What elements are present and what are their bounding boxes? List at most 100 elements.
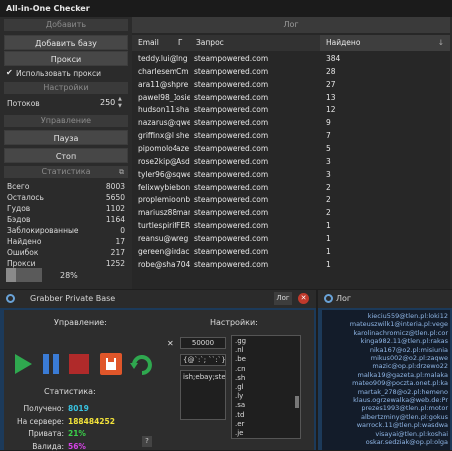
table-row[interactable]: proplemio onb steampowered.com 2 — [132, 194, 450, 206]
stop-icon[interactable] — [68, 353, 90, 375]
cell-g: lng — [176, 54, 188, 63]
table-row[interactable]: tyler96@sl qwe steampowered.com 3 — [132, 169, 450, 181]
table-row[interactable]: turtlespirit FER steampowered.com 1 — [132, 220, 450, 232]
cell-email: teddy.lui@ — [138, 54, 176, 63]
cell-found: 1 — [326, 259, 331, 269]
cell-found: 3 — [326, 169, 331, 179]
col-found[interactable]: Найдено ↓ — [320, 35, 450, 51]
domains-input[interactable]: ish;ebay;steai — [180, 370, 226, 420]
tld-item[interactable]: .je — [235, 429, 297, 438]
table-row[interactable]: pawel98_1 osie steampowered.com 13 — [132, 92, 450, 104]
cell-query: steampowered.com — [194, 156, 269, 166]
stat-value: 1252 — [105, 259, 125, 268]
tld-item[interactable]: .gg — [235, 337, 297, 346]
tld-item[interactable]: .nl — [235, 346, 297, 355]
refresh-icon[interactable] — [130, 353, 152, 375]
table-row[interactable]: robe@sham704 steampowered.com 1 — [132, 259, 450, 271]
stats-copy-icon[interactable]: ⧉ — [119, 166, 124, 178]
log-line: mazic@op.pl:drzewo22 — [372, 362, 448, 371]
tld-item[interactable]: .td — [235, 411, 297, 420]
cell-g: FER — [176, 221, 190, 231]
cell-email: proplemio — [138, 195, 176, 205]
tld-item[interactable]: .sh — [235, 374, 297, 383]
pause-button[interactable]: Пауза — [4, 130, 128, 145]
cell-found: 3 — [326, 156, 331, 166]
log-line: klaus.ogrzewalka@web.de:Pr — [353, 396, 448, 404]
grabber-stat-label: Получено: — [23, 404, 64, 413]
spin-up-icon[interactable]: ▲ — [118, 96, 122, 102]
tld-scrollbar[interactable] — [295, 396, 299, 408]
pattern-input[interactable]: {@`:`; ``:`} — [180, 354, 226, 366]
cell-query: steampowered.com — [194, 118, 269, 128]
tld-item[interactable]: .sa — [235, 401, 297, 410]
cell-found: 9 — [326, 118, 331, 128]
stat-label: Ошибок — [7, 248, 39, 257]
cell-email: pawel98_1 — [138, 92, 176, 102]
log-window: Лог kieciu559@tlen.pl:loki12 mateuszwilk1… — [318, 290, 452, 450]
col-query[interactable]: Запрос — [190, 35, 320, 51]
tld-item[interactable]: .ly — [235, 392, 297, 401]
cell-g: qwe — [176, 169, 190, 179]
table-row[interactable]: mariusz88 mar steampowered.com 2 — [132, 207, 450, 219]
table-row[interactable]: felixwybier bon steampowered.com 2 — [132, 182, 450, 194]
settings-section-header: Настройки — [4, 82, 128, 94]
cell-email: tyler96@sl — [138, 169, 176, 179]
threads-spinbox[interactable]: 250 ▲ ▼ — [88, 96, 126, 110]
help-button[interactable]: ? — [142, 436, 152, 447]
table-row[interactable]: pipomolo4 aze steampowered.com 5 — [132, 143, 450, 155]
cell-found: 2 — [326, 208, 331, 218]
tld-item[interactable]: .gl — [235, 383, 297, 392]
table-row[interactable]: hudson111 sha steampowered.com 12 — [132, 104, 450, 116]
stat-label: Прокси — [7, 259, 36, 268]
tld-item[interactable]: .be — [235, 355, 297, 364]
cell-email: pipomolo4 — [138, 143, 176, 153]
col-email[interactable]: Email — [132, 35, 174, 51]
table-row[interactable]: nazarus@s qwe steampowered.com 9 — [132, 117, 450, 129]
cell-found: 1 — [326, 233, 331, 243]
table-row[interactable]: rose2kip@ Asd steampowered.com 3 — [132, 156, 450, 168]
tld-item[interactable]: .cn — [235, 365, 297, 374]
table-row[interactable]: teddy.lui@ lng steampowered.com 384 — [132, 53, 450, 65]
cell-email: turtlespirit — [138, 221, 176, 231]
cell-found: 5 — [326, 143, 331, 153]
count-input[interactable]: 50000 — [180, 337, 226, 349]
table-row[interactable]: reansu@w reg steampowered.com 1 — [132, 233, 450, 245]
spin-down-icon[interactable]: ▼ — [118, 103, 122, 109]
proxy-button[interactable]: Прокси — [4, 51, 128, 66]
col-g[interactable]: Г — [174, 35, 190, 51]
threads-value: 250 — [100, 98, 116, 107]
log-line: karolinachromicz@tlen.pl:cor — [353, 328, 448, 337]
table-row[interactable]: gereen@ir dac steampowered.com 1 — [132, 246, 450, 258]
pause-icon[interactable] — [40, 353, 62, 375]
table-row[interactable]: ara11@shapre steampowered.com 27 — [132, 79, 450, 91]
table-row[interactable]: griffinx@l she steampowered.com 7 — [132, 130, 450, 142]
clear-icon[interactable]: ✕ — [167, 339, 174, 348]
cell-query: steampowered.com — [194, 259, 269, 269]
cell-query: steampowered.com — [194, 92, 269, 102]
stat-row: Осталось 5650 — [7, 193, 125, 204]
table-row[interactable]: charlesemaCm steampowered.com 28 — [132, 66, 450, 78]
log-header: Лог — [132, 17, 450, 33]
cell-g: reg — [176, 233, 189, 243]
stat-value: 0 — [120, 226, 125, 235]
grabber-stat-label: Привата: — [28, 429, 64, 438]
cell-query: steampowered.com — [194, 66, 269, 76]
stats-section-header: Статистика ⧉ — [4, 166, 128, 178]
stat-value: 17 — [115, 237, 125, 246]
tld-list[interactable]: .gg .nl .be .cn .sh .gl .ly .sa .td .er .je — [231, 335, 301, 439]
add-section-header: Добавить — [4, 19, 128, 31]
use-proxy-checkbox[interactable]: ✔ Использовать прокси — [6, 68, 130, 79]
add-base-button[interactable]: Добавить базу — [4, 35, 128, 50]
close-icon[interactable]: ✕ — [298, 293, 309, 304]
play-icon[interactable] — [12, 353, 34, 375]
log-line: visayai@tlen.pl:koshai — [375, 429, 448, 438]
log-app-dot-icon — [324, 294, 333, 303]
use-proxy-label: Использовать прокси — [16, 69, 101, 78]
cell-email: ara11@sha — [138, 79, 176, 89]
stop-button[interactable]: Стоп — [4, 148, 128, 163]
save-icon[interactable] — [100, 353, 122, 375]
cell-email: gereen@ir — [138, 246, 176, 256]
tld-item[interactable]: .er — [235, 420, 297, 429]
stat-value: 5650 — [105, 193, 125, 202]
open-log-button[interactable]: Лог — [274, 292, 292, 305]
